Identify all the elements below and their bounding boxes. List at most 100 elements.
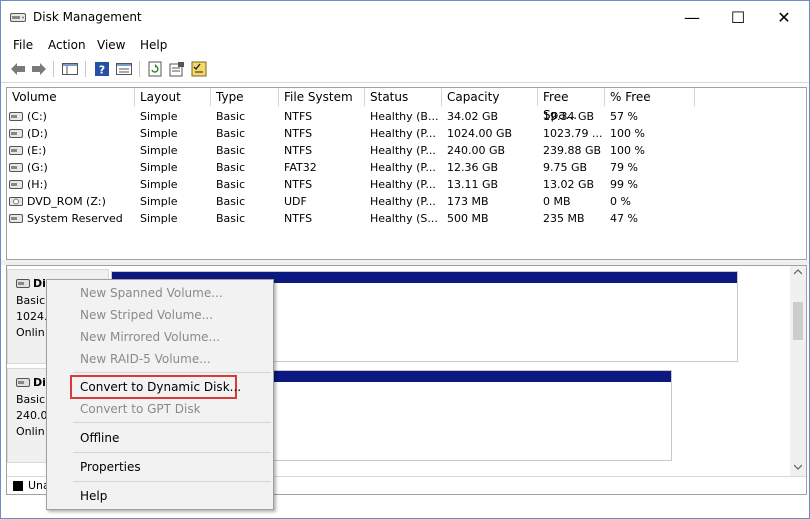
volume-status: Healthy (S... bbox=[370, 212, 438, 225]
volume-file-system: NTFS bbox=[284, 144, 313, 157]
column-type[interactable]: Type bbox=[211, 88, 279, 106]
volume-free-space: 13.02 GB bbox=[543, 178, 595, 191]
volume-percent-free: 100 % bbox=[610, 144, 645, 157]
close-button[interactable]: ✕ bbox=[761, 1, 807, 34]
column-volume[interactable]: Volume bbox=[7, 88, 135, 106]
forward-arrow-icon bbox=[32, 63, 46, 75]
menu-separator bbox=[73, 372, 271, 373]
drive-icon bbox=[9, 214, 23, 223]
volume-percent-free: 100 % bbox=[610, 127, 645, 140]
minimize-button[interactable]: — bbox=[669, 1, 715, 34]
list-view-icon bbox=[116, 63, 132, 75]
volume-type: Basic bbox=[216, 161, 246, 174]
column-capacity[interactable]: Capacity bbox=[442, 88, 538, 106]
volume-capacity: 500 MB bbox=[447, 212, 489, 225]
menu-offline[interactable]: Offline bbox=[80, 431, 119, 445]
volume-row[interactable]: (G:) Simple Basic FAT32 Healthy (P... 12.36 G… bbox=[7, 159, 806, 176]
volume-name: System Reserved bbox=[27, 212, 123, 225]
disk-type: Basic bbox=[16, 393, 46, 406]
scrollbar-thumb[interactable] bbox=[793, 302, 803, 340]
volume-percent-free: 57 % bbox=[610, 110, 638, 123]
column-layout[interactable]: Layout bbox=[135, 88, 211, 106]
volume-name: (E:) bbox=[27, 144, 47, 157]
menu-convert-to-gpt-disk[interactable]: Convert to GPT Disk bbox=[80, 402, 201, 416]
volume-capacity: 1024.00 GB bbox=[447, 127, 513, 140]
volume-capacity: 240.00 GB bbox=[447, 144, 506, 157]
menu-help[interactable]: Help bbox=[140, 38, 167, 52]
volume-status: Healthy (P... bbox=[370, 195, 436, 208]
menu-new-mirrored-volume[interactable]: New Mirrored Volume... bbox=[80, 330, 220, 344]
menu-new-spanned-volume[interactable]: New Spanned Volume... bbox=[80, 286, 223, 300]
menu-file[interactable]: File bbox=[13, 38, 33, 52]
disk-name: Di bbox=[33, 376, 46, 389]
volume-free-space: 1023.79 ... bbox=[543, 127, 603, 140]
scroll-up-icon[interactable] bbox=[794, 269, 802, 275]
volume-name: DVD_ROM (Z:) bbox=[27, 195, 106, 208]
volume-percent-free: 79 % bbox=[610, 161, 638, 174]
volume-row[interactable]: System Reserved Simple Basic NTFS Healthy (S… bbox=[7, 210, 806, 227]
volume-row[interactable]: DVD_ROM (Z:) Simple Basic UDF Healthy (P... 1… bbox=[7, 193, 806, 210]
volume-row[interactable]: (D:) Simple Basic NTFS Healthy (P... 1024.00 … bbox=[7, 125, 806, 142]
menu-properties[interactable]: Properties bbox=[80, 460, 141, 474]
menu-view[interactable]: View bbox=[97, 38, 125, 52]
disk-name: Di bbox=[33, 277, 46, 290]
forward-button[interactable] bbox=[30, 60, 48, 78]
column-status[interactable]: Status bbox=[365, 88, 442, 106]
volume-layout: Simple bbox=[140, 144, 178, 157]
volume-file-system: NTFS bbox=[284, 127, 313, 140]
refresh-button[interactable] bbox=[146, 60, 164, 78]
disk-icon bbox=[16, 279, 30, 288]
disk-size: 240.0 bbox=[16, 409, 48, 422]
maximize-button[interactable]: ☐ bbox=[715, 1, 761, 34]
volume-free-space: 235 MB bbox=[543, 212, 585, 225]
volume-row[interactable]: (E:) Simple Basic NTFS Healthy (P... 240.00 G… bbox=[7, 142, 806, 159]
menu-new-striped-volume[interactable]: New Striped Volume... bbox=[80, 308, 213, 322]
menu-separator bbox=[73, 422, 271, 423]
volume-row[interactable]: (H:) Simple Basic NTFS Healthy (P... 13.11 GB… bbox=[7, 176, 806, 193]
volume-status: Healthy (B... bbox=[370, 110, 439, 123]
volume-file-system: FAT32 bbox=[284, 161, 317, 174]
back-button[interactable] bbox=[9, 60, 27, 78]
volume-type: Basic bbox=[216, 110, 246, 123]
maximize-icon: ☐ bbox=[730, 8, 746, 27]
settings-button[interactable] bbox=[190, 60, 208, 78]
toolbar-separator bbox=[85, 61, 86, 77]
disk-icon bbox=[16, 378, 30, 387]
volume-layout: Simple bbox=[140, 195, 178, 208]
title-bar[interactable]: Disk Management — ☐ ✕ bbox=[1, 1, 809, 34]
volume-percent-free: 99 % bbox=[610, 178, 638, 191]
menu-bar: File Action View Help bbox=[1, 36, 809, 56]
volume-type: Basic bbox=[216, 127, 246, 140]
vertical-scrollbar[interactable] bbox=[790, 266, 806, 476]
drive-icon bbox=[9, 112, 23, 121]
scroll-down-icon[interactable] bbox=[794, 464, 802, 470]
drive-icon bbox=[9, 180, 23, 189]
volume-free-space: 239.88 GB bbox=[543, 144, 602, 157]
console-tree-icon bbox=[62, 63, 78, 75]
menu-convert-to-dynamic-disk[interactable]: Convert to Dynamic Disk... bbox=[80, 380, 241, 394]
console-tree-button[interactable] bbox=[61, 60, 79, 78]
volume-row[interactable]: (C:) Simple Basic NTFS Healthy (B... 34.02 GB… bbox=[7, 108, 806, 125]
volume-layout: Simple bbox=[140, 127, 178, 140]
menu-new-raid5-volume[interactable]: New RAID-5 Volume... bbox=[80, 352, 211, 366]
properties-button[interactable] bbox=[168, 60, 186, 78]
volume-status: Healthy (P... bbox=[370, 127, 436, 140]
back-arrow-icon bbox=[11, 63, 25, 75]
menu-help[interactable]: Help bbox=[80, 489, 107, 503]
disk-state: Onlin bbox=[16, 326, 45, 339]
column-file-system[interactable]: File System bbox=[279, 88, 365, 106]
drive-icon bbox=[9, 146, 23, 155]
volume-layout: Simple bbox=[140, 212, 178, 225]
disk-type: Basic bbox=[16, 294, 46, 307]
view-button[interactable] bbox=[115, 60, 133, 78]
help-toolbar-button[interactable]: ? bbox=[93, 60, 111, 78]
column-free-space[interactable]: Free Spa... bbox=[538, 88, 605, 122]
volume-name: (G:) bbox=[27, 161, 48, 174]
menu-action[interactable]: Action bbox=[48, 38, 86, 52]
column-percent-free[interactable]: % Free bbox=[605, 88, 695, 106]
volume-name: (H:) bbox=[27, 178, 48, 191]
volume-file-system: NTFS bbox=[284, 178, 313, 191]
volume-layout: Simple bbox=[140, 161, 178, 174]
volume-list: Volume Layout Type File System Status Ca… bbox=[6, 87, 807, 260]
volume-file-system: NTFS bbox=[284, 212, 313, 225]
